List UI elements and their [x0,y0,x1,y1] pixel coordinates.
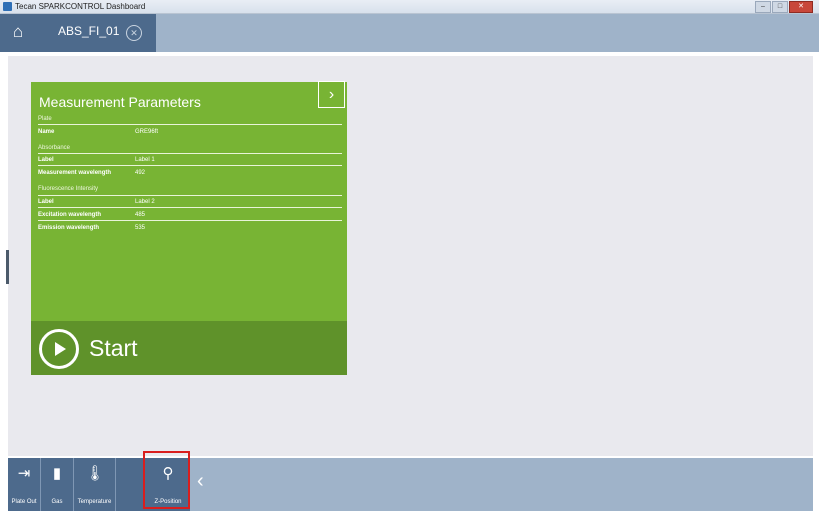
row-key-abs-label: Label [38,157,54,163]
plate-out-icon: ⇥ [17,465,31,482]
tool-label-plate-out: Plate Out [11,499,37,505]
row-value-fi-label: Label 2 [135,199,155,205]
collapse-toolbar-button[interactable]: ‹ [197,470,204,493]
home-icon: ⌂ [12,22,24,41]
row-value-abs-label: Label 1 [135,157,155,163]
card-title: Measurement Parameters [39,94,201,110]
bottom-toolbar: ⇥ Plate Out ▮ Gas 🌡 Temperature ⚲ Z-Posi… [8,458,813,511]
gas-button[interactable]: ▮ Gas [41,458,74,511]
divider [38,207,342,208]
divider [38,195,342,196]
chevron-right-icon: › [328,86,335,103]
tab-label: ABS_FI_01 [58,24,120,38]
start-label: Start [89,335,138,361]
z-position-highlight-box [143,451,190,509]
section-header-absorbance: Absorbance [38,145,71,151]
row-key-fi-label: Label [38,199,54,205]
navigation-bar: ⌂ ABS_FI_01 ✕ [0,14,819,52]
row-value-excitation-wavelength: 485 [135,212,146,218]
plate-out-button[interactable]: ⇥ Plate Out [8,458,41,511]
tool-label-temperature: Temperature [77,499,112,505]
row-key-measurement-wavelength: Measurement wavelength [38,170,112,176]
maximize-button[interactable]: □ [772,1,788,13]
gas-cylinder-icon: ▮ [52,465,62,482]
window-titlebar: Tecan SPARKCONTROL Dashboard – □ ✕ [0,0,819,14]
temperature-button[interactable]: 🌡 Temperature [74,458,116,511]
measurement-parameters-card: Measurement Parameters › Plate Name GRE9… [31,81,347,375]
play-icon [39,329,79,369]
minimize-button[interactable]: – [755,1,771,13]
row-key-plate-name: Name [38,129,55,135]
section-header-fluorescence: Fluorescence Intensity [38,186,99,192]
window-close-button[interactable]: ✕ [789,1,813,13]
home-button[interactable]: ⌂ [0,14,42,52]
row-key-excitation-wavelength: Excitation wavelength [38,212,102,218]
start-button[interactable]: Start [31,321,347,375]
section-header-plate: Plate [38,116,52,122]
divider [38,165,342,166]
tecan-app-icon [3,2,12,11]
chevron-left-icon: ‹ [197,470,204,492]
row-value-emission-wavelength: 535 [135,225,146,231]
row-value-plate-name: GRE96ft [135,129,159,135]
tab-method[interactable]: ABS_FI_01 ✕ [36,14,156,52]
row-value-measurement-wavelength: 492 [135,170,146,176]
row-key-emission-wavelength: Emission wavelength [38,225,100,231]
close-tab-icon[interactable]: ✕ [126,25,142,41]
thermometer-icon: 🌡 [85,465,105,482]
window-title: Tecan SPARKCONTROL Dashboard [15,2,146,11]
divider [38,220,342,221]
expand-arrow-button[interactable]: › [318,81,345,108]
divider [38,124,342,125]
tool-label-gas: Gas [51,499,63,505]
window-controls: – □ ✕ [754,1,813,13]
divider [38,153,342,154]
side-panel-handle[interactable] [6,250,9,284]
